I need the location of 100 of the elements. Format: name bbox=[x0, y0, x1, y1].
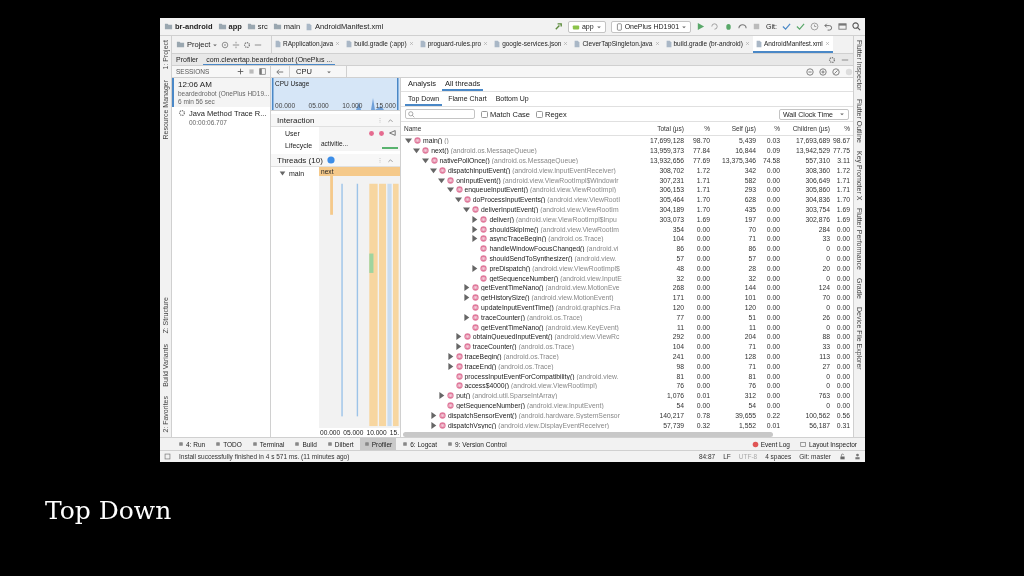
expand-arrow-icon[interactable] bbox=[438, 176, 446, 184]
tool-icon bbox=[294, 441, 301, 447]
person-icon[interactable] bbox=[854, 453, 861, 460]
gear-icon[interactable] bbox=[178, 109, 186, 117]
expand-arrow-icon[interactable] bbox=[454, 333, 462, 341]
expand-arrow-icon[interactable] bbox=[421, 157, 429, 164]
method-icon bbox=[455, 372, 463, 380]
folder-icon bbox=[272, 22, 282, 31]
folder-icon bbox=[246, 22, 256, 31]
expand-arrow-icon[interactable] bbox=[463, 294, 471, 302]
lock-icon[interactable] bbox=[839, 453, 846, 460]
expand-arrow-icon[interactable] bbox=[463, 205, 471, 213]
file-icon bbox=[664, 39, 673, 48]
method-icon bbox=[438, 421, 446, 429]
method-icon bbox=[438, 411, 446, 419]
method-icon bbox=[480, 215, 488, 223]
expand-arrow-icon[interactable] bbox=[429, 166, 437, 174]
android-icon bbox=[571, 22, 580, 31]
info-icon bbox=[326, 156, 335, 164]
tool-icon bbox=[402, 441, 409, 447]
method-icon bbox=[455, 382, 463, 390]
back-arrow-icon[interactable] bbox=[276, 67, 284, 76]
gear-icon[interactable] bbox=[828, 55, 836, 64]
expand-arrow-icon[interactable] bbox=[454, 196, 462, 204]
method-icon bbox=[455, 362, 463, 370]
method-icon bbox=[438, 166, 446, 174]
gear-icon[interactable] bbox=[243, 40, 252, 49]
dot-icon bbox=[368, 129, 375, 137]
inspector-icon bbox=[799, 440, 807, 448]
expand-arrow-icon[interactable] bbox=[463, 284, 471, 292]
phone-icon bbox=[614, 22, 623, 31]
run-icon[interactable] bbox=[696, 22, 706, 31]
reset-zoom-icon[interactable] bbox=[832, 67, 840, 76]
caret-icon bbox=[212, 41, 219, 48]
method-icon bbox=[472, 323, 480, 331]
expand-arrow-icon[interactable] bbox=[446, 362, 454, 370]
scrollbar[interactable] bbox=[403, 432, 773, 437]
method-icon bbox=[480, 225, 488, 233]
expand-arrow-icon[interactable] bbox=[446, 352, 454, 360]
zoom-out-icon[interactable] bbox=[806, 67, 814, 76]
tool-icon bbox=[178, 441, 184, 447]
folder-icon bbox=[217, 22, 227, 31]
method-icon bbox=[480, 274, 488, 282]
expand-arrow-icon[interactable] bbox=[429, 411, 437, 419]
caret-icon bbox=[325, 68, 332, 75]
expand-arrow-icon[interactable] bbox=[471, 235, 479, 243]
search-icon bbox=[408, 110, 415, 118]
method-icon bbox=[447, 176, 455, 184]
caret-icon bbox=[681, 23, 688, 30]
method-icon bbox=[455, 186, 463, 194]
tool-icon bbox=[251, 441, 258, 447]
checkbox[interactable] bbox=[536, 110, 544, 118]
section-header: Threads (10) bbox=[271, 154, 400, 167]
expand-arrow-icon[interactable] bbox=[454, 343, 462, 351]
expand-arrow-icon[interactable] bbox=[413, 147, 421, 155]
method-icon bbox=[472, 313, 480, 321]
file-icon bbox=[345, 39, 354, 48]
method-icon bbox=[414, 137, 421, 145]
method-icon bbox=[430, 157, 438, 164]
back-triangle-icon bbox=[388, 129, 396, 137]
alert-icon bbox=[751, 440, 759, 448]
target-icon[interactable] bbox=[221, 40, 230, 49]
expand-arrow-icon[interactable] bbox=[471, 264, 479, 272]
file-icon bbox=[493, 39, 502, 48]
clock-icon[interactable] bbox=[810, 22, 819, 31]
close-icon[interactable] bbox=[823, 40, 831, 47]
file-icon bbox=[573, 39, 582, 48]
dot-icon bbox=[378, 129, 385, 137]
stop-icon[interactable] bbox=[752, 22, 762, 31]
tool-icon bbox=[215, 441, 222, 447]
expand-arrow-icon[interactable] bbox=[471, 215, 479, 223]
tool-icon bbox=[326, 441, 333, 447]
search-icon[interactable] bbox=[852, 22, 861, 31]
method-icon bbox=[422, 147, 430, 155]
expand-arrow-icon[interactable] bbox=[405, 137, 412, 145]
window-icon[interactable] bbox=[838, 22, 847, 31]
expand-arrow-icon[interactable] bbox=[471, 225, 479, 233]
undo-icon[interactable] bbox=[824, 22, 833, 31]
section-header: Interaction bbox=[271, 114, 400, 127]
search-field[interactable] bbox=[405, 109, 475, 119]
caret-icon bbox=[595, 23, 602, 30]
method-icon bbox=[472, 284, 480, 292]
tool-icon bbox=[447, 441, 453, 447]
checkbox[interactable] bbox=[481, 110, 488, 118]
tool-icon bbox=[363, 441, 370, 447]
expand-arrow-icon[interactable] bbox=[463, 313, 471, 321]
panel-icon[interactable] bbox=[259, 68, 266, 75]
plus-icon[interactable] bbox=[237, 68, 244, 75]
expand-arrow-icon[interactable] bbox=[429, 421, 437, 429]
file-icon bbox=[274, 39, 282, 48]
caption: Top Down bbox=[45, 496, 173, 525]
stop-icon[interactable] bbox=[248, 68, 255, 75]
method-icon bbox=[480, 235, 488, 243]
zoom-in-icon[interactable] bbox=[819, 67, 827, 76]
expand-arrow-icon[interactable] bbox=[438, 392, 446, 400]
session-time: 12:06 AM bbox=[178, 80, 213, 89]
expand-arrow-icon[interactable] bbox=[446, 186, 454, 194]
method-icon bbox=[463, 333, 471, 341]
expand-arrow-icon[interactable] bbox=[279, 170, 286, 177]
file-icon bbox=[418, 39, 427, 48]
